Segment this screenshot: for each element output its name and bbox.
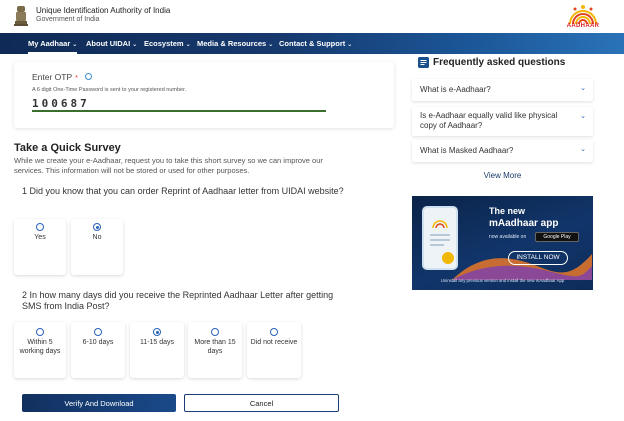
chevron-down-icon: ⌄ (347, 42, 353, 48)
question-1: 1 Did you know that you can order Reprin… (22, 186, 344, 196)
q1-options: Yes No (14, 219, 214, 275)
chevron-down-icon: ⌄ (132, 42, 138, 48)
q2-options: Within 5 working days 6-10 days 11-15 da… (14, 322, 304, 378)
national-emblem-icon (14, 6, 28, 26)
chevron-down-icon: ⌄ (72, 42, 78, 48)
radio-button[interactable] (94, 328, 102, 336)
faq-item[interactable]: What is Masked Aadhaar? ⌄ (412, 140, 593, 162)
option-label: No (92, 234, 102, 241)
org-name: Unique Identification Authority of India (36, 6, 171, 15)
nav-label: Contact & Support (279, 39, 346, 48)
banner-line1: The new (489, 206, 526, 216)
chevron-down-icon: ⌄ (268, 42, 274, 48)
faq-title: Frequently asked questions (433, 57, 566, 68)
radio-button[interactable] (36, 328, 44, 336)
aadhaar-logo-text: AADHAAR (566, 23, 600, 29)
radio-button-checked[interactable] (153, 328, 161, 336)
aadhaar-logo-icon (430, 220, 454, 264)
chevron-down-icon: ⌄ (185, 42, 191, 48)
maadhaar-banner[interactable]: The new mAadhaar app now available on Go… (412, 196, 593, 290)
option-label: 11-15 days (139, 339, 175, 346)
option-label: Yes (34, 234, 46, 241)
survey-title: Take a Quick Survey (14, 142, 121, 154)
info-icon[interactable] (85, 73, 92, 80)
otp-card: Enter OTP * A 6 digit One-Time Password i… (14, 62, 394, 128)
option-label: Did not receive (250, 339, 298, 346)
faq-question: Is e-Aadhaar equally valid like physical… (420, 111, 558, 130)
faq-item[interactable]: What is e-Aadhaar? ⌄ (412, 79, 593, 101)
faq-item[interactable]: Is e-Aadhaar equally valid like physical… (412, 107, 593, 136)
chevron-down-icon[interactable]: ⌄ (580, 84, 586, 92)
otp-label: Enter OTP * (32, 72, 78, 82)
nav-label: Media & Resources (197, 39, 267, 48)
nav-media-resources[interactable]: Media & Resources ⌄ (197, 33, 273, 54)
survey-description: While we create your e-Aadhaar, request … (14, 156, 323, 175)
google-play-badge[interactable]: Google Play (535, 232, 579, 242)
option-label: More than 15 days (194, 339, 236, 355)
radio-button[interactable] (36, 223, 44, 231)
otp-input[interactable] (32, 96, 326, 112)
nav-label: My Aadhaar (28, 39, 71, 48)
nav-label: About UIDAI (86, 39, 131, 48)
nav-label: Ecosystem (144, 39, 184, 48)
radio-button-checked[interactable] (93, 223, 101, 231)
q1-option-no[interactable]: No (71, 219, 123, 275)
banner-footer: Uninstall any previous version and insta… (440, 278, 565, 283)
top-header: Unique Identification Authority of India… (0, 0, 624, 33)
nav-about-uidai[interactable]: About UIDAI ⌄ (86, 33, 137, 54)
chevron-down-icon[interactable]: ⌄ (580, 112, 586, 120)
chevron-down-icon[interactable]: ⌄ (580, 145, 586, 153)
q2-option-6-10[interactable]: 6-10 days (71, 322, 125, 378)
banner-available: now available on (489, 234, 527, 240)
option-label: Within 5 working days (19, 339, 61, 355)
otp-hint: A 6 digit One-Time Password is sent to y… (32, 87, 187, 93)
faq-question: What is e-Aadhaar? (420, 85, 491, 94)
q2-option-11-15[interactable]: 11-15 days (130, 322, 184, 378)
radio-button[interactable] (270, 328, 278, 336)
faq-icon (418, 57, 429, 68)
install-now-button[interactable]: INSTALL NOW (508, 251, 568, 265)
org-subtitle: Government of India (36, 16, 100, 23)
view-more-link[interactable]: View More (412, 171, 593, 180)
otp-label-text: Enter OTP (32, 72, 73, 82)
q2-option-more-than-15[interactable]: More than 15 days (188, 322, 242, 378)
nav-ecosystem[interactable]: Ecosystem ⌄ (144, 33, 191, 54)
q2-option-within-5[interactable]: Within 5 working days (14, 322, 66, 378)
nav-contact-support[interactable]: Contact & Support ⌄ (279, 33, 352, 54)
option-label: 6-10 days (82, 339, 114, 346)
nav-my-aadhaar[interactable]: My Aadhaar ⌄ (28, 33, 78, 54)
cancel-button[interactable]: Cancel (184, 394, 339, 412)
question-2: 2 In how many days did you receive the R… (22, 290, 334, 311)
q2-option-did-not-receive[interactable]: Did not receive (247, 322, 301, 378)
faq-question: What is Masked Aadhaar? (420, 146, 514, 155)
verify-download-button[interactable]: Verify And Download (22, 394, 176, 412)
required-mark: * (75, 75, 78, 82)
main-nav: My Aadhaar ⌄ About UIDAI ⌄ Ecosystem ⌄ Medi… (0, 33, 624, 54)
radio-button[interactable] (211, 328, 219, 336)
q1-option-yes[interactable]: Yes (14, 219, 66, 275)
phone-illustration (422, 206, 458, 270)
banner-line2: mAadhaar app (489, 218, 559, 229)
